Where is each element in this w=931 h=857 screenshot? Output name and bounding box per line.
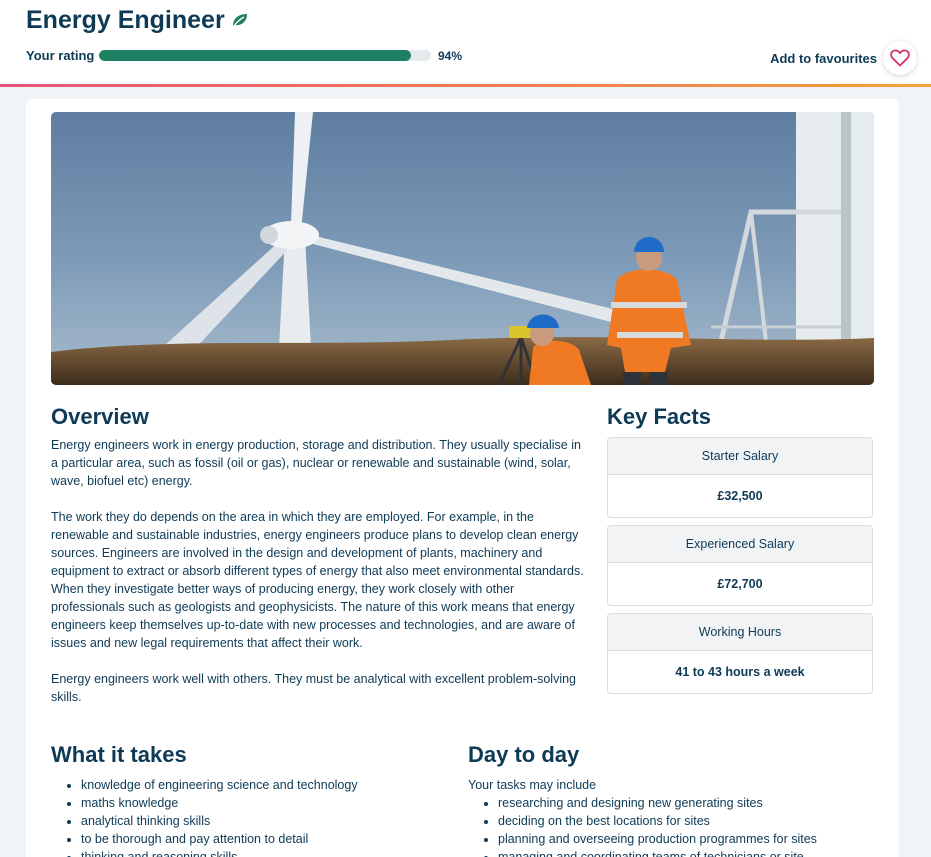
fact-value: £32,500 (717, 489, 763, 503)
day-to-day-section: Day to day Your tasks may include resear… (468, 742, 888, 857)
rating-bar-fill (99, 50, 412, 61)
list-item: thinking and reasoning skills (81, 848, 451, 857)
overview-paragraph: Energy engineers work well with others. … (51, 672, 577, 704)
fact-starter-salary: Starter Salary £32,500 (607, 437, 873, 518)
day-to-day-intro: Your tasks may include (468, 778, 597, 792)
career-card: Overview Energy engineers work in energy… (26, 99, 899, 857)
hero-image (51, 112, 874, 385)
heart-icon[interactable] (890, 49, 910, 67)
fact-label: Experienced Salary (608, 526, 872, 563)
key-facts-section: Key Facts Starter Salary £32,500 Experie… (607, 404, 873, 701)
overview-section: Overview Energy engineers work in energy… (51, 404, 591, 706)
overview-paragraph: The work they do depends on the area in … (51, 510, 584, 650)
list-item: maths knowledge (81, 794, 451, 812)
day-to-day-heading: Day to day (468, 742, 580, 767)
favourites-label[interactable]: Add to favourites (770, 51, 877, 66)
fact-label: Starter Salary (608, 438, 872, 475)
page-header: Energy Engineer Your rating 94% Add to f… (0, 0, 931, 87)
rating-label: Your rating (26, 48, 95, 63)
list-item: to be thorough and pay attention to deta… (81, 830, 451, 848)
header-accent-line (0, 84, 931, 87)
list-item: analytical thinking skills (81, 812, 451, 830)
rating-row: Your rating 94% (26, 48, 462, 63)
what-it-takes-heading: What it takes (51, 742, 187, 767)
add-to-favourites[interactable]: Add to favourites (770, 41, 917, 75)
fact-label: Working Hours (608, 614, 872, 651)
rating-bar (99, 50, 431, 61)
list-item: managing and coordinating teams of techn… (498, 848, 888, 857)
overview-heading: Overview (51, 404, 149, 429)
favourites-button[interactable] (883, 41, 917, 75)
key-facts-heading: Key Facts (607, 404, 711, 429)
fact-experienced-salary: Experienced Salary £72,700 (607, 525, 873, 606)
fact-value: 41 to 43 hours a week (675, 665, 805, 679)
overview-paragraph: Energy engineers work in energy producti… (51, 438, 581, 488)
leaf-icon (231, 12, 249, 33)
fact-working-hours: Working Hours 41 to 43 hours a week (607, 613, 873, 694)
list-item: planning and overseeing production progr… (498, 830, 888, 848)
list-item: researching and designing new generating… (498, 794, 888, 812)
page-title: Energy Engineer (26, 6, 225, 34)
rating-percentage: 94% (438, 48, 463, 63)
list-item: knowledge of engineering science and tec… (81, 776, 451, 794)
fact-value: £72,700 (717, 577, 763, 591)
tasks-list: researching and designing new generating… (468, 794, 888, 857)
list-item: deciding on the best locations for sites (498, 812, 888, 830)
what-it-takes-section: What it takes knowledge of engineering s… (51, 742, 451, 857)
title-row: Energy Engineer (26, 6, 249, 35)
skills-list: knowledge of engineering science and tec… (51, 776, 451, 857)
